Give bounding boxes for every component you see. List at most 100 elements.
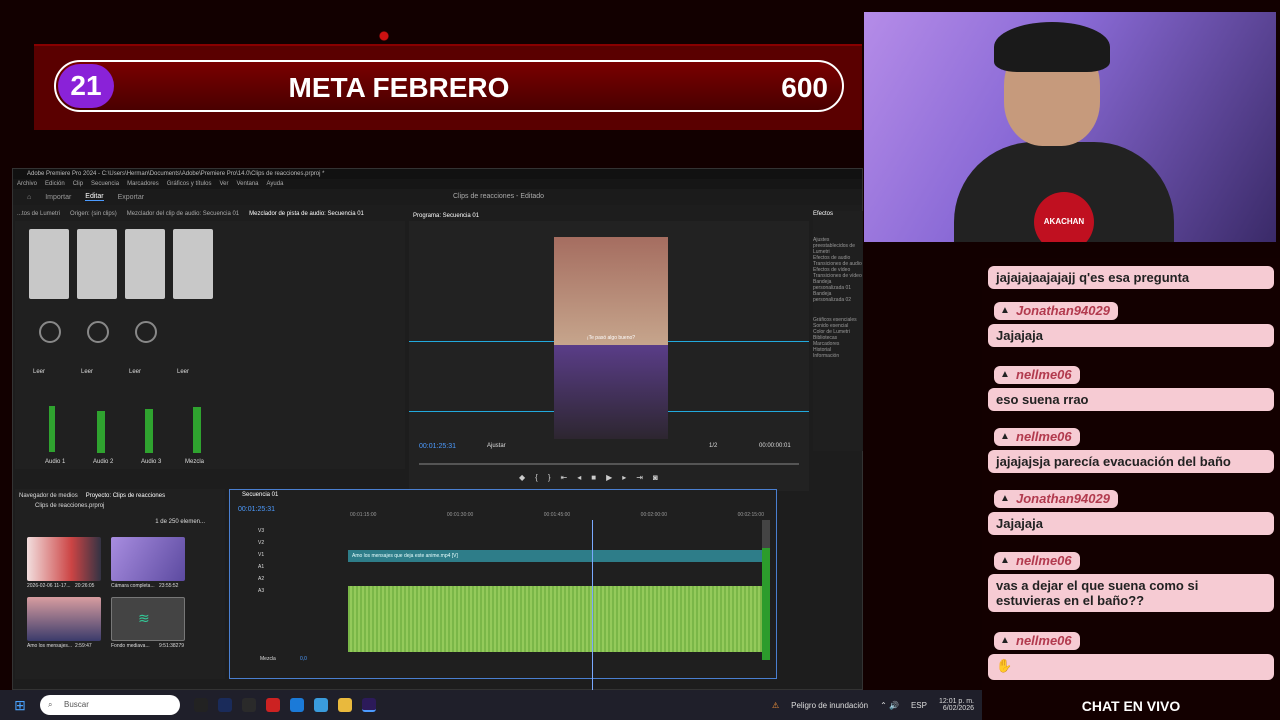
track-v1[interactable]: V1: [258, 552, 264, 558]
chat-message: Jajajaja: [988, 324, 1274, 347]
goal-title: META FEBRERO: [288, 72, 510, 103]
thumb-camera[interactable]: [111, 537, 185, 581]
program-scrubber[interactable]: [419, 463, 799, 465]
tab-media-browser[interactable]: Navegador de medios: [19, 493, 78, 499]
window-title: Adobe Premiere Pro 2024 - C:\Users\Herma…: [13, 169, 862, 179]
mixer-mode-2[interactable]: Leer: [81, 369, 93, 375]
meter-3: [145, 409, 153, 453]
side-panel-item[interactable]: Información: [813, 353, 863, 359]
doc-status: Editado: [520, 193, 545, 200]
effects-list: Ajustes preestablecidos de Lumetri Efect…: [813, 237, 863, 303]
step-forward-icon[interactable]: ▸: [622, 473, 626, 482]
mixer-strip-4[interactable]: [173, 229, 213, 299]
in-point-icon[interactable]: {: [535, 473, 538, 482]
tab-clip-mixer[interactable]: Mezclador del clip de audio: Secuencia 0…: [127, 211, 239, 217]
windows-start-icon[interactable]: ⊞: [0, 697, 40, 714]
home-icon[interactable]: ⌂: [27, 194, 31, 201]
effects-item[interactable]: Ajustes preestablecidos de Lumetri: [813, 237, 863, 255]
sequence-timecode[interactable]: 00:01:25:31: [238, 506, 275, 513]
track-a2[interactable]: A2: [258, 576, 264, 582]
tracks-area[interactable]: Amo los mensajes que deja este anime.mp4…: [348, 520, 764, 690]
program-timecode[interactable]: 00:01:25:31: [419, 443, 456, 450]
tab-track-mixer[interactable]: Mezclador de pista de audio: Secuencia 0…: [249, 211, 364, 217]
menu-marcadores[interactable]: Marcadores: [127, 179, 159, 189]
menu-ventana[interactable]: Ventana: [236, 179, 258, 189]
weather-text[interactable]: Peligro de inundación: [791, 701, 868, 710]
menu-archivo[interactable]: Archivo: [17, 179, 37, 189]
sequence-tab[interactable]: Secuencia 01: [242, 492, 278, 498]
play-icon[interactable]: ▶: [606, 473, 612, 482]
playhead[interactable]: [592, 520, 593, 690]
tray-icons[interactable]: ⌃ 🔊: [880, 701, 899, 710]
menu-ver[interactable]: Ver: [219, 179, 228, 189]
webcam-feed: AKACHAN: [864, 12, 1276, 242]
tab-project[interactable]: Proyecto: Clips de reacciones: [86, 493, 165, 499]
mixer-mode-4[interactable]: Leer: [177, 369, 189, 375]
mixer-mode-3[interactable]: Leer: [129, 369, 141, 375]
program-tab[interactable]: Programa: Secuencia 01: [413, 213, 479, 219]
camera-icon[interactable]: ◙: [653, 473, 658, 482]
stop-icon[interactable]: ■: [591, 473, 596, 482]
out-point-icon[interactable]: }: [548, 473, 551, 482]
track-a1[interactable]: A1: [258, 564, 264, 570]
fit-dropdown[interactable]: Ajustar: [487, 443, 506, 449]
marker-icon[interactable]: ◆: [519, 473, 525, 482]
tab-lumetri[interactable]: ...tos de Lumetri: [17, 211, 60, 217]
taskbar-apps: [194, 698, 376, 712]
mixer-strip-1[interactable]: [29, 229, 69, 299]
edge-icon[interactable]: [290, 698, 304, 712]
mixer-strip-3[interactable]: [125, 229, 165, 299]
thumb-anime[interactable]: [27, 597, 101, 641]
thumb-label: Fondo mediava...: [111, 643, 150, 649]
menu-ayuda[interactable]: Ayuda: [267, 179, 284, 189]
track-v2[interactable]: V2: [258, 540, 264, 546]
video-preview[interactable]: ¡Te pasó algo bueno?: [554, 237, 668, 439]
effects-panel: Efectos Ajustes preestablecidos de Lumet…: [813, 211, 863, 451]
menu-clip[interactable]: Clip: [73, 179, 83, 189]
chrome-icon[interactable]: [314, 698, 328, 712]
audio-clip[interactable]: [348, 586, 762, 652]
pan-knob-3[interactable]: [135, 321, 157, 343]
chat-message-emote: ✋: [988, 654, 1274, 680]
resolution-dropdown[interactable]: 1/2: [709, 443, 717, 449]
taskbar-search[interactable]: ⌕ Buscar: [40, 695, 180, 715]
premiere-icon[interactable]: [362, 698, 376, 712]
photoshop-icon[interactable]: [218, 698, 232, 712]
app-icon[interactable]: [242, 698, 256, 712]
go-out-icon[interactable]: ⇥: [636, 473, 643, 482]
video-caption: ¡Te pasó algo bueno?: [586, 335, 636, 341]
tab-origen[interactable]: Origen: (sin clips): [70, 211, 117, 217]
menu-secuencia[interactable]: Secuencia: [91, 179, 119, 189]
tab-importar[interactable]: Importar: [45, 194, 71, 201]
chat-message: eso suena rrao: [988, 388, 1274, 411]
tab-editar[interactable]: Editar: [85, 193, 104, 201]
track-v3[interactable]: V3: [258, 528, 264, 534]
effects-item[interactable]: Bandeja personalizada 02: [813, 291, 863, 303]
video-clip[interactable]: Amo los mensajes que deja este anime.mp4…: [348, 550, 762, 562]
thumb-recording[interactable]: [27, 537, 101, 581]
time-ruler[interactable]: 00:01:15:00 00:01:30:00 00:01:45:00 00:0…: [350, 512, 764, 518]
menu-edicion[interactable]: Edición: [45, 179, 65, 189]
side-panel-list: Gráficos esenciales Sonido esencial Colo…: [813, 317, 863, 359]
step-back-icon[interactable]: ◂: [577, 473, 581, 482]
goal-banner: 21 META FEBRERO 600: [34, 44, 862, 130]
mix-value[interactable]: 0,0: [300, 656, 307, 662]
explorer-icon[interactable]: [338, 698, 352, 712]
thumb-label: Amo los mensajes...: [27, 643, 73, 649]
mixer-strip-2[interactable]: [77, 229, 117, 299]
menu-graficos[interactable]: Gráficos y títulos: [167, 179, 212, 189]
thumb-audio[interactable]: ≋: [111, 597, 185, 641]
anime-frame: ¡Te pasó algo bueno?: [554, 237, 668, 345]
mixer-mode-1[interactable]: Leer: [33, 369, 45, 375]
track-a3[interactable]: A3: [258, 588, 264, 594]
tab-exportar[interactable]: Exportar: [118, 194, 144, 201]
effects-title[interactable]: Efectos: [813, 211, 863, 217]
clock[interactable]: 12:01 p. m. 6/02/2026: [939, 698, 974, 712]
task-view-icon[interactable]: [194, 698, 208, 712]
pan-knob-2[interactable]: [87, 321, 109, 343]
effects-item[interactable]: Bandeja personalizada 01: [813, 279, 863, 291]
go-in-icon[interactable]: ⇤: [561, 473, 568, 482]
lang-indicator[interactable]: ESP: [911, 701, 927, 710]
pan-knob-1[interactable]: [39, 321, 61, 343]
obs-icon[interactable]: [266, 698, 280, 712]
